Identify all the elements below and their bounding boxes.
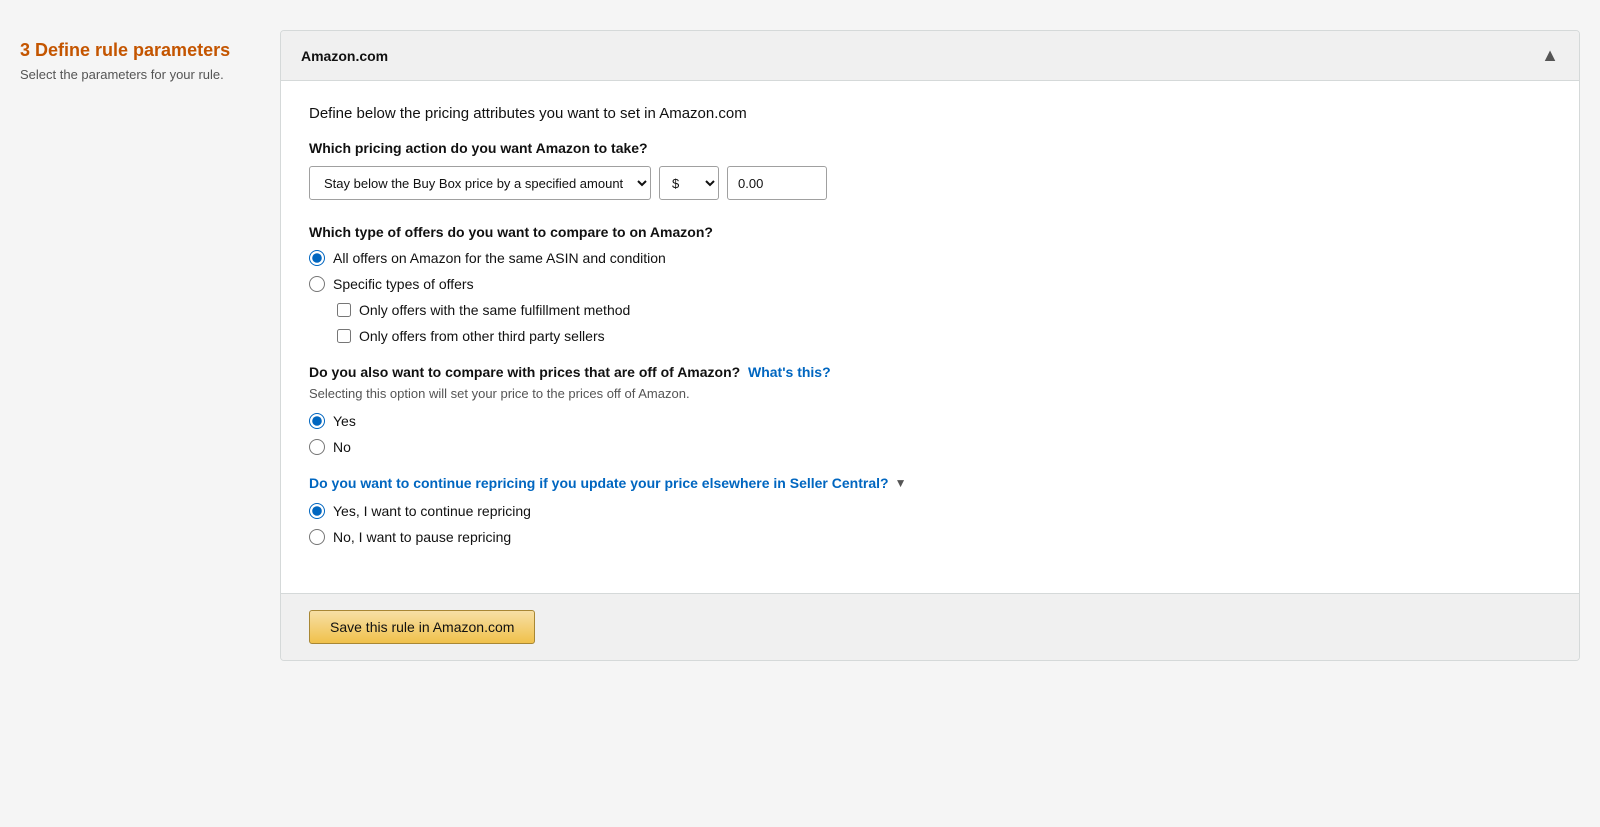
save-button[interactable]: Save this rule in Amazon.com: [309, 610, 535, 644]
right-panel: Amazon.com ▲ Define below the pricing at…: [280, 30, 1580, 661]
third-party-option[interactable]: Only offers from other third party selle…: [337, 328, 1551, 344]
same-fulfillment-option[interactable]: Only offers with the same fulfillment me…: [337, 302, 1551, 318]
third-party-label: Only offers from other third party selle…: [359, 328, 605, 344]
no-repricing-option[interactable]: No, I want to pause repricing: [309, 529, 1551, 545]
continue-repricing-radio-group: Yes, I want to continue repricing No, I …: [309, 503, 1551, 545]
pricing-action-select[interactable]: Stay below the Buy Box price by a specif…: [309, 166, 651, 200]
card-body: Define below the pricing attributes you …: [281, 81, 1579, 593]
no-repricing-radio[interactable]: [309, 529, 325, 545]
off-amazon-question-text: Do you also want to compare with prices …: [309, 364, 740, 380]
continue-repricing-link[interactable]: Do you want to continue repricing if you…: [309, 475, 1551, 491]
no-repricing-label: No, I want to pause repricing: [333, 529, 511, 545]
offers-label: Which type of offers do you want to comp…: [309, 224, 1551, 240]
continue-repricing-section: Do you want to continue repricing if you…: [309, 475, 1551, 545]
card-header: Amazon.com ▲: [281, 31, 1579, 81]
amount-input[interactable]: [727, 166, 827, 200]
offers-radio-group: All offers on Amazon for the same ASIN a…: [309, 250, 1551, 344]
collapse-icon[interactable]: ▲: [1541, 45, 1559, 66]
continue-repricing-question: Do you want to continue repricing if you…: [309, 475, 889, 491]
yes-repricing-radio[interactable]: [309, 503, 325, 519]
specific-offers-radio[interactable]: [309, 276, 325, 292]
all-offers-label: All offers on Amazon for the same ASIN a…: [333, 250, 666, 266]
no-off-amazon-label: No: [333, 439, 351, 455]
off-amazon-radio-group: Yes No: [309, 413, 1551, 455]
dropdown-arrow-icon: ▼: [895, 476, 907, 490]
third-party-checkbox[interactable]: [337, 329, 351, 343]
specific-offers-option[interactable]: Specific types of offers: [309, 276, 1551, 292]
left-panel: 3 Define rule parameters Select the para…: [20, 30, 240, 82]
card-footer: Save this rule in Amazon.com: [281, 593, 1579, 660]
same-fulfillment-checkbox[interactable]: [337, 303, 351, 317]
section-heading: Define below the pricing attributes you …: [309, 105, 1551, 122]
same-fulfillment-label: Only offers with the same fulfillment me…: [359, 302, 630, 318]
all-offers-radio[interactable]: [309, 250, 325, 266]
yes-off-amazon-option[interactable]: Yes: [309, 413, 1551, 429]
off-amazon-question: Do you also want to compare with prices …: [309, 364, 1551, 380]
no-off-amazon-option[interactable]: No: [309, 439, 1551, 455]
yes-repricing-label: Yes, I want to continue repricing: [333, 503, 531, 519]
pricing-action-label: Which pricing action do you want Amazon …: [309, 140, 1551, 156]
page-wrapper: 3 Define rule parameters Select the para…: [20, 30, 1580, 661]
whats-this-link[interactable]: What's this?: [748, 364, 831, 380]
card-header-title: Amazon.com: [301, 48, 388, 64]
off-amazon-desc: Selecting this option will set your pric…: [309, 386, 1551, 401]
yes-repricing-option[interactable]: Yes, I want to continue repricing: [309, 503, 1551, 519]
all-offers-option[interactable]: All offers on Amazon for the same ASIN a…: [309, 250, 1551, 266]
specific-offers-label: Specific types of offers: [333, 276, 474, 292]
pricing-action-row: Stay below the Buy Box price by a specif…: [309, 166, 1551, 200]
yes-off-amazon-label: Yes: [333, 413, 356, 429]
no-off-amazon-radio[interactable]: [309, 439, 325, 455]
step-subtitle: Select the parameters for your rule.: [20, 67, 240, 82]
currency-select[interactable]: $ £ €: [659, 166, 719, 200]
yes-off-amazon-radio[interactable]: [309, 413, 325, 429]
step-title: 3 Define rule parameters: [20, 40, 240, 61]
off-amazon-section: Do you also want to compare with prices …: [309, 364, 1551, 455]
